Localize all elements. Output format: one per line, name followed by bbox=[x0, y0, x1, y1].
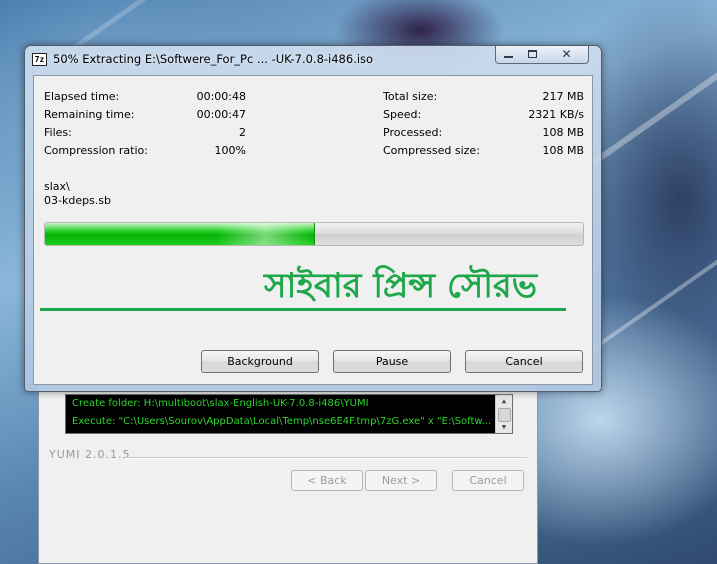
dialog-body: Elapsed time: 00:00:48 Remaining time: 0… bbox=[33, 75, 593, 385]
processed-value: 108 MB bbox=[542, 126, 584, 139]
yumi-cancel-button[interactable]: Cancel bbox=[452, 470, 524, 491]
yumi-version-label: YUMI 2.0.1.5 bbox=[49, 448, 131, 461]
yumi-window: Create folder: H:\multiboot\slax-English… bbox=[38, 378, 538, 564]
elapsed-time-value: 00:00:48 bbox=[196, 90, 246, 103]
extraction-dialog: 7z 50% Extracting E:\Softwere_For_Pc ...… bbox=[24, 45, 602, 392]
title-bar[interactable]: 7z 50% Extracting E:\Softwere_For_Pc ...… bbox=[25, 46, 601, 74]
processed-label: Processed: bbox=[383, 126, 443, 139]
divider bbox=[125, 457, 527, 459]
maximize-button[interactable] bbox=[520, 46, 546, 64]
files-label: Files: bbox=[44, 126, 72, 139]
compression-ratio-label: Compression ratio: bbox=[44, 144, 148, 157]
current-file-text: 03-kdeps.sb bbox=[44, 194, 112, 207]
minimize-icon bbox=[504, 56, 513, 58]
progress-glow bbox=[217, 223, 314, 245]
progress-bar bbox=[44, 222, 584, 246]
close-icon: ✕ bbox=[561, 47, 572, 61]
scroll-down-arrow-icon[interactable]: ▼ bbox=[496, 421, 512, 433]
files-value: 2 bbox=[239, 126, 246, 139]
cancel-button[interactable]: Cancel bbox=[465, 350, 583, 373]
remaining-time-label: Remaining time: bbox=[44, 108, 135, 121]
window-title: 50% Extracting E:\Softwere_For_Pc ... -U… bbox=[53, 52, 374, 66]
log-scrollbar[interactable]: ▲ ▼ bbox=[495, 395, 512, 433]
pause-button[interactable]: Pause bbox=[333, 350, 451, 373]
close-button[interactable]: ✕ bbox=[545, 46, 589, 64]
yumi-log-console[interactable]: Create folder: H:\multiboot\slax-English… bbox=[65, 394, 513, 434]
maximize-icon bbox=[528, 50, 537, 58]
background-button[interactable]: Background bbox=[201, 350, 319, 373]
current-item: slax\ 03-kdeps.sb bbox=[44, 180, 111, 208]
compressed-size-value: 108 MB bbox=[542, 144, 584, 157]
total-size-value: 217 MB bbox=[542, 90, 584, 103]
speed-value: 2321 KB/s bbox=[528, 108, 584, 121]
remaining-time-value: 00:00:47 bbox=[196, 108, 246, 121]
next-button[interactable]: Next > bbox=[365, 470, 437, 491]
total-size-label: Total size: bbox=[383, 90, 438, 103]
log-line: Create folder: H:\multiboot\slax-English… bbox=[72, 398, 369, 409]
compressed-size-label: Compressed size: bbox=[383, 144, 480, 157]
compression-ratio-value: 100% bbox=[214, 144, 246, 157]
log-line: Execute: "C:\Users\Sourov\AppData\Local\… bbox=[72, 416, 492, 427]
elapsed-time-label: Elapsed time: bbox=[44, 90, 120, 103]
scroll-up-arrow-icon[interactable]: ▲ bbox=[496, 395, 512, 407]
scroll-thumb[interactable] bbox=[498, 408, 511, 422]
7zip-app-icon[interactable]: 7z bbox=[32, 53, 47, 66]
back-button[interactable]: < Back bbox=[291, 470, 363, 491]
watermark-underline bbox=[40, 308, 566, 311]
speed-label: Speed: bbox=[383, 108, 422, 121]
desktop-background: Create folder: H:\multiboot\slax-English… bbox=[0, 0, 717, 564]
current-folder-text: slax\ bbox=[44, 180, 70, 193]
minimize-button[interactable] bbox=[495, 46, 521, 64]
